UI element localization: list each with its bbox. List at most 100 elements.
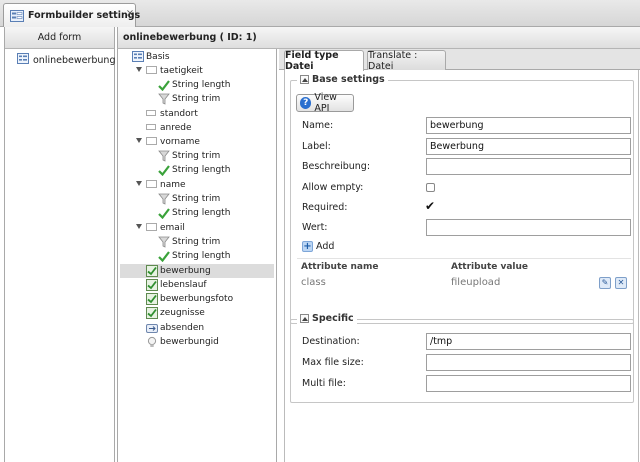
- tree-node-filter[interactable]: String trim: [158, 192, 220, 206]
- collapse-toggle-icon[interactable]: [135, 181, 143, 189]
- tree-node-anrede[interactable]: anrede: [146, 121, 192, 135]
- required-checkbox[interactable]: ✔: [425, 200, 435, 212]
- name-label: Name:: [302, 120, 334, 131]
- file-upload-icon: [146, 265, 158, 277]
- formbuilder-icon: [10, 10, 24, 25]
- specific-title: Specific: [312, 313, 354, 324]
- tree-root[interactable]: Basis: [132, 50, 170, 64]
- tree-node-label: String trim: [172, 237, 221, 247]
- tree-node-absenden[interactable]: absenden: [146, 321, 204, 335]
- add-form-button[interactable]: Add form: [5, 27, 114, 49]
- tree-node-validator[interactable]: String length: [158, 78, 230, 92]
- collapse-toggle-icon[interactable]: [135, 67, 143, 75]
- tree-node-label: bewerbungid: [160, 337, 219, 347]
- tab-translate[interactable]: Translate : Datei: [367, 49, 446, 72]
- edit-attribute-icon[interactable]: ✎: [599, 277, 611, 289]
- tree-node-filter[interactable]: String trim: [158, 149, 220, 163]
- collapse-arrow-icon[interactable]: [300, 75, 309, 84]
- tree-node-label: email: [160, 223, 185, 233]
- filter-funnel-icon: [158, 193, 170, 205]
- tree-node-validator[interactable]: String length: [158, 249, 230, 263]
- validator-check-icon: [158, 164, 170, 177]
- tab-field-type[interactable]: Field type Datei: [284, 50, 364, 72]
- filter-funnel-icon: [158, 150, 170, 162]
- destination-input[interactable]: [426, 333, 631, 350]
- allow-empty-checkbox[interactable]: [426, 183, 435, 192]
- form-list-item-label: onlinebewerbung: [33, 54, 116, 66]
- tree-node-validator[interactable]: String length: [158, 206, 230, 220]
- tree-node-label: name: [160, 180, 186, 190]
- view-api-button[interactable]: ? View API: [296, 92, 354, 114]
- tree-node-label: String length: [172, 165, 231, 175]
- tree-node-label: taetigkeit: [160, 66, 203, 76]
- validator-check-icon: [158, 79, 170, 92]
- add-attribute-label: Add: [316, 241, 335, 252]
- table-row[interactable]: class fileupload ✎ ✕: [297, 273, 631, 293]
- allow-empty-label: Allow empty:: [302, 182, 364, 193]
- attribute-value-cell: fileupload: [451, 277, 501, 288]
- tree-node-bewerbungsfoto[interactable]: bewerbungsfoto: [146, 292, 233, 306]
- tree-node-label: standort: [160, 109, 198, 119]
- name-input[interactable]: [426, 117, 631, 134]
- beschreibung-label: Beschreibung:: [302, 161, 371, 172]
- tab-formbuilder-settings[interactable]: Formbuilder settings ×: [3, 3, 140, 27]
- tree-node-taetigkeit[interactable]: taetigkeit: [135, 64, 203, 78]
- delete-attribute-icon[interactable]: ✕: [615, 277, 627, 289]
- element-icon: [146, 222, 158, 234]
- hidden-bulb-icon: [146, 336, 158, 348]
- tree-node-lebenslauf[interactable]: lebenslauf: [146, 278, 207, 292]
- tree-node-filter[interactable]: String trim: [158, 235, 220, 249]
- tree-node-label: lebenslauf: [160, 280, 207, 290]
- file-upload-icon: [146, 307, 158, 319]
- tree-node-label: String trim: [172, 94, 221, 104]
- element-icon: [146, 136, 158, 148]
- wert-input[interactable]: [426, 219, 631, 236]
- tree-node-name[interactable]: name: [135, 178, 186, 192]
- submit-icon: [146, 322, 158, 334]
- multi-file-label: Multi file:: [302, 378, 346, 389]
- label-input[interactable]: [426, 138, 631, 155]
- tree-node-label: zeugnisse: [160, 308, 205, 318]
- plus-icon: +: [302, 241, 313, 252]
- form-icon: [17, 53, 29, 67]
- tree-node-bewerbung[interactable]: bewerbung: [120, 264, 274, 278]
- beschreibung-input[interactable]: [426, 158, 631, 175]
- attribute-table-header: Attribute name Attribute value: [297, 258, 631, 273]
- form-list-panel: Add form onlinebewerbung: [4, 27, 115, 462]
- collapse-toggle-icon[interactable]: [135, 224, 143, 232]
- tree-node-bewerbungid[interactable]: bewerbungid: [146, 335, 219, 349]
- close-icon[interactable]: ×: [125, 9, 135, 19]
- tree-node-zeugnisse[interactable]: zeugnisse: [146, 306, 205, 320]
- collapse-arrow-icon[interactable]: [300, 314, 309, 323]
- add-form-label: Add form: [37, 32, 82, 43]
- form-list-item[interactable]: onlinebewerbung: [17, 52, 115, 68]
- tree-node-filter[interactable]: String trim: [158, 92, 220, 106]
- tree-node-standort[interactable]: standort: [146, 107, 198, 121]
- base-settings-title: Base settings: [312, 74, 385, 85]
- collapse-toggle-icon[interactable]: [135, 138, 143, 146]
- file-upload-icon: [146, 293, 158, 305]
- tree-node-label: anrede: [160, 123, 192, 133]
- tree-node-email[interactable]: email: [135, 221, 185, 235]
- multi-file-input[interactable]: [426, 375, 631, 392]
- tree-node-label: bewerbungsfoto: [160, 294, 234, 304]
- tab-label: Translate : Datei: [368, 49, 418, 72]
- info-icon: ?: [300, 97, 312, 109]
- form-header: onlinebewerbung ( ID: 1): [117, 27, 640, 49]
- specific-legend[interactable]: Specific: [297, 313, 357, 324]
- base-settings-legend[interactable]: Base settings: [297, 74, 388, 85]
- required-label: Required:: [302, 202, 348, 213]
- tree-node-label: vorname: [160, 137, 200, 147]
- attribute-value-header: Attribute value: [451, 262, 529, 272]
- element-icon: [146, 122, 158, 134]
- max-file-size-input[interactable]: [426, 354, 631, 371]
- tree-node-vorname[interactable]: vorname: [135, 135, 200, 149]
- tree-node-validator[interactable]: String length: [158, 163, 230, 177]
- element-icon: [146, 179, 158, 191]
- tree-node-label: String trim: [172, 194, 221, 204]
- add-attribute-button[interactable]: + Add: [302, 241, 334, 252]
- tree-node-label: String trim: [172, 151, 221, 161]
- label-label: Label:: [302, 141, 331, 152]
- tree-node-label: String length: [172, 251, 231, 261]
- attribute-name-header: Attribute name: [301, 262, 379, 272]
